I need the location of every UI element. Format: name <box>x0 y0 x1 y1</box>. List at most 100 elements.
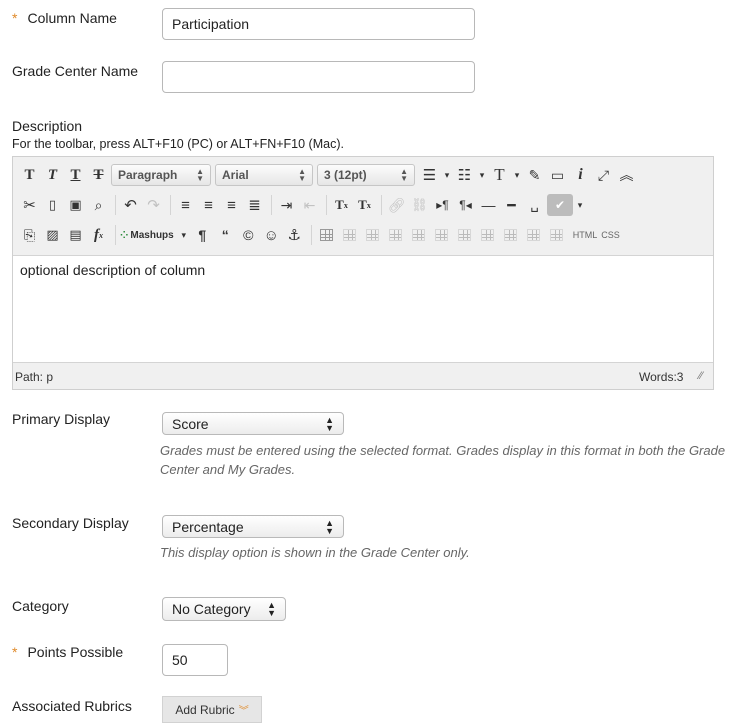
cut-icon[interactable]: ✂ <box>19 194 40 216</box>
select-arrows-icon: ▲ ▼ <box>298 167 306 183</box>
indent-icon[interactable]: ⇥ <box>276 194 297 216</box>
paragraph-mark-icon[interactable]: ¶ <box>192 224 213 246</box>
add-rubric-button[interactable]: Add Rubric ︾ <box>162 696 262 723</box>
preview-monitor-icon[interactable]: ▭ <box>547 164 568 186</box>
italic-icon[interactable]: T <box>42 164 63 186</box>
select-arrows-icon: ▲ ▼ <box>196 167 204 183</box>
font-size-select[interactable]: 3 (12pt) ▲ ▼ <box>317 164 415 186</box>
bullet-list-icon[interactable]: ☰ <box>419 164 440 186</box>
font-select-value: Arial <box>222 168 249 182</box>
paragraph-select[interactable]: Paragraph ▲ ▼ <box>111 164 211 186</box>
align-left-icon[interactable]: ≡ <box>175 194 196 216</box>
chevron-down-icon[interactable]: ▾ <box>512 164 522 186</box>
insert-column-before-icon[interactable] <box>454 224 475 246</box>
bold-icon[interactable]: T <box>19 164 40 186</box>
toolbar-divider <box>170 195 171 215</box>
mashups-icon: ⁘ <box>120 229 129 241</box>
insert-table-icon[interactable] <box>316 224 337 246</box>
text-editor[interactable]: T T T T Paragraph ▲ ▼ Arial ▲ ▼ 3 (12pt) ▲ ▼ ☰… <box>12 156 714 390</box>
delete-row-icon[interactable] <box>431 224 452 246</box>
align-right-icon[interactable]: ≡ <box>221 194 242 216</box>
toolbar-hint: For the toolbar, press ALT+F10 (PC) or A… <box>12 137 344 151</box>
insert-row-before-icon[interactable] <box>385 224 406 246</box>
subscript-icon[interactable]: Tx <box>354 194 375 216</box>
justify-icon[interactable]: ≣ <box>244 194 265 216</box>
points-possible-input[interactable] <box>162 644 228 676</box>
points-possible-label-text: Points Possible <box>27 644 124 660</box>
column-name-input[interactable] <box>162 8 475 40</box>
text-color-icon[interactable]: T <box>489 164 510 186</box>
blockquote-icon[interactable]: “ <box>215 224 236 246</box>
align-center-icon[interactable]: ≡ <box>198 194 219 216</box>
info-icon[interactable]: i <box>570 164 591 186</box>
grade-center-name-label: Grade Center Name <box>12 63 139 79</box>
emoticon-icon[interactable]: ☺ <box>261 224 282 246</box>
outdent-icon[interactable]: ⇤ <box>299 194 320 216</box>
secondary-display-label: Secondary Display <box>12 515 129 531</box>
collapse-toolbar-icon[interactable]: ︽ <box>616 164 637 186</box>
table-cell-props-icon[interactable] <box>362 224 383 246</box>
separator-line-icon[interactable]: ━ <box>501 194 522 216</box>
category-label: Category <box>12 598 69 614</box>
strikethrough-icon[interactable]: T <box>88 164 109 186</box>
ltr-icon[interactable]: ▸¶ <box>432 194 453 216</box>
superscript-icon[interactable]: Tx <box>331 194 352 216</box>
add-rubric-label: Add Rubric <box>175 702 235 717</box>
editor-content-area[interactable]: optional description of column <box>13 255 713 363</box>
primary-display-select[interactable]: Score ▲ ▼ <box>162 412 344 435</box>
toolbar-divider <box>115 195 116 215</box>
anchor-icon[interactable]: ⚓ <box>284 224 305 246</box>
mashups-label: Mashups <box>130 229 174 241</box>
find-icon[interactable]: ⌕ <box>88 194 109 216</box>
delete-column-icon[interactable] <box>500 224 521 246</box>
spellcheck-icon[interactable]: ✔ <box>547 194 573 216</box>
category-select[interactable]: No Category ▲ ▼ <box>162 597 286 621</box>
split-cells-icon[interactable] <box>523 224 544 246</box>
column-name-label-text: Column Name <box>27 10 117 26</box>
primary-display-label: Primary Display <box>12 411 111 427</box>
underline-icon[interactable]: T <box>65 164 86 186</box>
toolbar-row-2: ✂ ▯ ▣ ⌕ ↶ ↷ ≡ ≡ ≡ ≣ ⇥ ⇤ Tx Tx 🔗︎ ⛓ ▸¶ ¶◂… <box>13 190 713 220</box>
insert-media-icon[interactable]: ▤ <box>65 224 86 246</box>
description-content[interactable]: optional description of column <box>20 262 205 278</box>
chevron-down-icon[interactable]: ▾ <box>477 164 487 186</box>
paragraph-select-value: Paragraph <box>118 168 178 182</box>
special-character-icon[interactable]: © <box>238 224 259 246</box>
secondary-display-select[interactable]: Percentage ▲ ▼ <box>162 515 344 538</box>
rtl-icon[interactable]: ¶◂ <box>455 194 476 216</box>
attach-file-icon[interactable]: ⎘ <box>19 224 40 246</box>
editor-statusbar: Path: p Words:3 ⁄⁄ <box>13 364 713 390</box>
redo-icon[interactable]: ↷ <box>143 194 164 216</box>
font-select[interactable]: Arial ▲ ▼ <box>215 164 313 186</box>
insert-column-after-icon[interactable] <box>477 224 498 246</box>
table-row-props-icon[interactable] <box>339 224 360 246</box>
font-size-select-value: 3 (12pt) <box>324 168 367 182</box>
insert-image-icon[interactable]: ▨ <box>42 224 63 246</box>
fullscreen-icon[interactable]: ⤢ <box>593 164 614 186</box>
link-icon[interactable]: 🔗︎ <box>386 194 407 216</box>
associated-rubrics-label: Associated Rubrics <box>12 698 132 714</box>
horizontal-rule-icon[interactable]: — <box>478 194 499 216</box>
chevron-down-icon[interactable]: ▾ <box>442 164 452 186</box>
merge-cells-icon[interactable] <box>546 224 567 246</box>
unlink-icon[interactable]: ⛓ <box>409 194 430 216</box>
undo-icon[interactable]: ↶ <box>120 194 141 216</box>
resize-handle-icon[interactable]: ⁄⁄ <box>699 370 703 382</box>
primary-display-value: Score <box>172 415 209 432</box>
grade-center-name-input[interactable] <box>162 61 475 93</box>
css-button[interactable]: CSS <box>601 230 620 240</box>
nonbreaking-space-icon[interactable]: ␣ <box>524 194 545 216</box>
numbered-list-icon[interactable]: ☷ <box>454 164 475 186</box>
copy-icon[interactable]: ▯ <box>42 194 63 216</box>
chevron-down-icon[interactable]: ▾ <box>178 224 190 246</box>
description-label: Description <box>12 118 83 134</box>
column-name-label: * Column Name <box>12 10 117 26</box>
highlight-pen-icon[interactable]: ✎ <box>524 164 545 186</box>
paste-icon[interactable]: ▣ <box>65 194 86 216</box>
math-formula-icon[interactable]: fx <box>88 224 109 246</box>
mashups-button[interactable]: ⁘ Mashups <box>120 230 174 241</box>
chevron-down-icon[interactable]: ▾ <box>575 194 585 216</box>
html-source-button[interactable]: HTML <box>573 230 598 240</box>
insert-row-after-icon[interactable] <box>408 224 429 246</box>
toolbar-divider <box>310 225 312 245</box>
